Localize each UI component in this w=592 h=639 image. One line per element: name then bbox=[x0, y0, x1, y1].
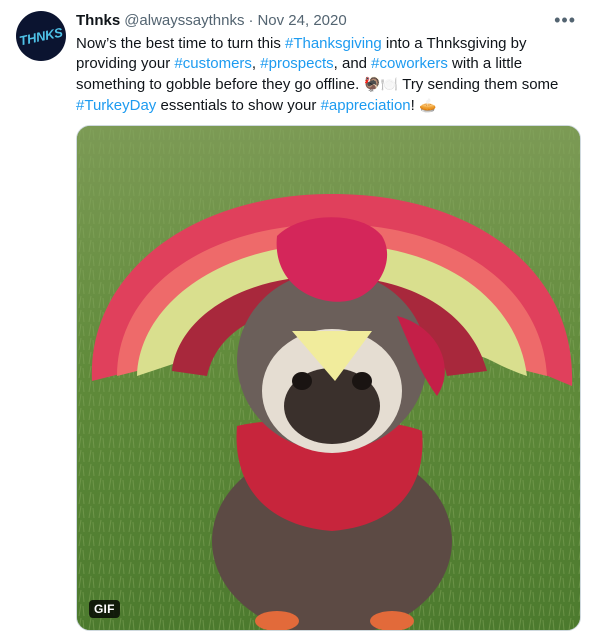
gif-media[interactable]: GIF bbox=[76, 125, 581, 631]
text-segment: , bbox=[251, 55, 261, 72]
separator: · bbox=[248, 11, 254, 29]
tweet-text: Now’s the best time to turn this #Thanks… bbox=[76, 34, 566, 116]
turkey-emoji-icon: 🦃 bbox=[363, 76, 381, 92]
avatar-logo-text: THNKS bbox=[18, 24, 64, 48]
display-name[interactable]: Thnks bbox=[76, 12, 120, 29]
tweet-date[interactable]: Nov 24, 2020 bbox=[257, 12, 346, 29]
gif-badge: GIF bbox=[89, 600, 120, 618]
utensils-emoji-icon: 🍽️ bbox=[380, 76, 399, 92]
hashtag-coworkers[interactable]: #coworkers bbox=[371, 55, 448, 72]
text-segment: Try sending them some bbox=[398, 76, 559, 93]
hashtag-turkeyday[interactable]: #TurkeyDay bbox=[76, 97, 156, 114]
hashtag-appreciation[interactable]: #appreciation bbox=[321, 97, 411, 114]
avatar[interactable]: THNKS bbox=[16, 11, 66, 61]
pie-emoji-icon: 🥧 bbox=[418, 97, 437, 113]
pug-turkey-costume-image bbox=[77, 126, 580, 630]
text-segment: essentials to show your bbox=[156, 97, 321, 114]
tweet-header: Thnks @alwayssaythnks · Nov 24, 2020 ••• bbox=[76, 10, 576, 30]
text-segment: Now’s the best time to turn this bbox=[76, 35, 285, 52]
more-icon[interactable]: ••• bbox=[554, 11, 576, 29]
hashtag-thanksgiving[interactable]: #Thanksgiving bbox=[285, 35, 382, 52]
text-segment: , and bbox=[333, 55, 372, 72]
hashtag-prospects[interactable]: #prospects bbox=[260, 55, 333, 72]
hashtag-customers[interactable]: #customers bbox=[174, 55, 252, 72]
text-segment: ! bbox=[410, 97, 419, 114]
tweet: THNKS Thnks @alwayssaythnks · Nov 24, 20… bbox=[0, 0, 592, 639]
handle[interactable]: @alwayssaythnks bbox=[124, 12, 244, 29]
